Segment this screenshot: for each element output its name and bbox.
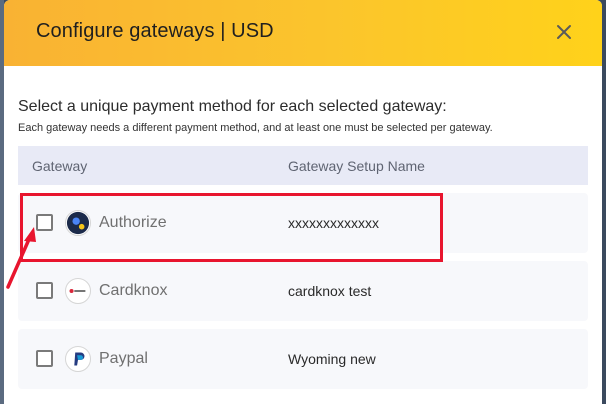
sub-instruction-text: Each gateway needs a different payment m… (18, 122, 493, 134)
column-header-setup-name: Gateway Setup Name (288, 158, 425, 174)
table-row: Authorize xxxxxxxxxxxxx (18, 193, 588, 253)
paypal-logo-icon (65, 346, 91, 372)
authorize-logo-icon (65, 210, 91, 236)
gateway-name: Paypal (99, 350, 148, 367)
gateway-checkbox-authorize[interactable] (36, 214, 53, 231)
gateway-checkbox-paypal[interactable] (36, 350, 53, 367)
gateway-table-header: Gateway Gateway Setup Name (18, 146, 588, 185)
gateway-checkbox-cardknox[interactable] (36, 282, 53, 299)
gateway-name: Cardknox (99, 282, 168, 299)
dialog-title: Configure gateways | USD (36, 20, 274, 42)
column-header-gateway: Gateway (32, 158, 88, 174)
cardknox-logo-icon (65, 278, 91, 304)
gateway-setup-name: cardknox test (288, 283, 372, 299)
gateway-name: Authorize (99, 214, 167, 231)
gateway-setup-name: xxxxxxxxxxxxx (288, 215, 379, 231)
dialog-body: Select a unique payment method for each … (4, 98, 602, 389)
table-row: Paypal Wyoming new (18, 329, 588, 389)
close-icon (557, 25, 571, 39)
gateway-setup-name: Wyoming new (288, 351, 376, 367)
dialog-header: Configure gateways | USD (4, 0, 602, 66)
table-row: Cardknox cardknox test (18, 261, 588, 321)
instruction-text: Select a unique payment method for each … (18, 98, 447, 115)
close-button[interactable] (552, 20, 576, 44)
configure-gateways-dialog: Configure gateways | USD Select a unique… (4, 0, 602, 404)
